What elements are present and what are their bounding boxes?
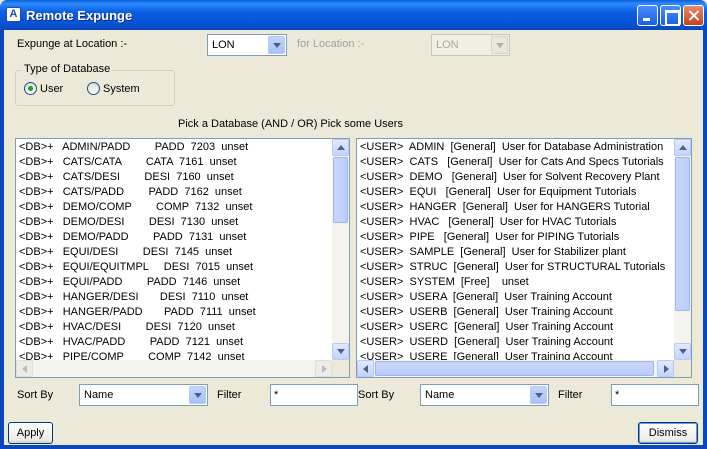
database-list-item[interactable]: <DB>+ HVAC/DESI DESI 7120 unset [16, 320, 332, 335]
scroll-up-arrow-icon[interactable] [332, 139, 349, 156]
chevron-down-icon [491, 36, 508, 54]
database-list-item[interactable]: <DB>+ CATS/CATA CATA 7161 unset [16, 155, 332, 170]
right-filter-input-field[interactable] [612, 385, 698, 405]
pick-instructions-label: Pick a Database (AND / OR) Pick some Use… [178, 118, 403, 130]
database-list[interactable]: <DB>+ ADMIN/PADD PADD 7203 unset <DB>+ CA… [15, 138, 350, 378]
user-list-vscrollbar[interactable] [674, 139, 691, 360]
scroll-down-arrow-icon[interactable] [674, 343, 691, 360]
right-sort-select[interactable]: Name [420, 384, 549, 406]
scroll-left-arrow-icon[interactable] [357, 360, 374, 377]
database-list-item[interactable]: <DB>+ CATS/DESI DESI 7160 unset [16, 170, 332, 185]
scroll-down-arrow-icon[interactable] [332, 343, 349, 360]
window-title: Remote Expunge [26, 8, 133, 23]
user-list-item[interactable]: <USER> USERA [General] User Training Acc… [357, 290, 674, 305]
user-list-item[interactable]: <USER> HVAC [General] User for HVAC Tuto… [357, 215, 674, 230]
database-list-hscrollbar[interactable] [16, 360, 332, 377]
for-location-value: LON [436, 39, 459, 51]
for-location-label: for Location :- [297, 38, 365, 50]
database-list-item[interactable]: <DB>+ EQUI/PADD PADD 7146 unset [16, 275, 332, 290]
scrollbar-corner [674, 360, 691, 377]
database-list-item[interactable]: <DB>+ HVAC/PADD PADD 7121 unset [16, 335, 332, 350]
scroll-left-arrow-icon[interactable] [16, 360, 33, 377]
expunge-location-label: Expunge at Location :- [17, 38, 128, 50]
user-list-hscrollbar[interactable] [357, 360, 674, 377]
app-icon: A [6, 7, 21, 22]
user-radio-label[interactable]: User [40, 83, 63, 95]
user-list-item[interactable]: <USER> ADMIN [General] User for Database… [357, 140, 674, 155]
chevron-down-icon[interactable] [189, 386, 206, 404]
left-sort-value: Name [84, 389, 114, 401]
maximize-button[interactable] [660, 5, 681, 26]
system-radio-label[interactable]: System [103, 83, 140, 95]
scroll-thumb[interactable] [333, 157, 348, 223]
database-list-rows[interactable]: <DB>+ ADMIN/PADD PADD 7203 unset <DB>+ CA… [16, 140, 332, 360]
user-list-item[interactable]: <USER> STRUC [General] User for STRUCTUR… [357, 260, 674, 275]
scrollbar-corner [332, 360, 349, 377]
expunge-location-value: LON [212, 39, 235, 51]
right-filter-label: Filter [558, 389, 583, 401]
left-filter-input[interactable] [270, 384, 358, 406]
user-list-item[interactable]: <USER> PIPE [General] User for PIPING Tu… [357, 230, 674, 245]
database-list-item[interactable]: <DB>+ HANGER/PADD PADD 7111 unset [16, 305, 332, 320]
user-radio[interactable] [24, 82, 37, 95]
right-sort-label: Sort By [358, 389, 395, 401]
right-filter-input[interactable] [611, 384, 699, 406]
database-list-item[interactable]: <DB>+ DEMO/DESI DESI 7130 unset [16, 215, 332, 230]
database-list-item[interactable]: <DB>+ DEMO/PADD PADD 7131 unset [16, 230, 332, 245]
database-list-item[interactable]: <DB>+ HANGER/DESI DESI 7110 unset [16, 290, 332, 305]
left-filter-input-field[interactable] [271, 385, 357, 405]
apply-button[interactable]: Apply [8, 422, 53, 444]
dismiss-button[interactable]: Dismiss [638, 422, 698, 444]
user-list-item[interactable]: <USER> USERD [General] User Training Acc… [357, 335, 674, 350]
database-list-item[interactable]: <DB>+ EQUI/DESI DESI 7145 unset [16, 245, 332, 260]
user-list-rows[interactable]: <USER> ADMIN [General] User for Database… [357, 140, 674, 360]
user-list-item[interactable]: <USER> SYSTEM [Free] unset [357, 275, 674, 290]
minimize-button[interactable] [637, 5, 658, 26]
scroll-thumb[interactable] [675, 157, 690, 311]
user-list-item[interactable]: <USER> USERE [General] User Training Acc… [357, 350, 674, 360]
scroll-right-arrow-icon[interactable] [315, 360, 332, 377]
database-list-item[interactable]: <DB>+ PIPE/COMP COMP 7142 unset [16, 350, 332, 360]
left-filter-label: Filter [217, 389, 242, 401]
right-sort-value: Name [425, 389, 455, 401]
scroll-up-arrow-icon[interactable] [674, 139, 691, 156]
user-list-item[interactable]: <USER> USERB [General] User Training Acc… [357, 305, 674, 320]
chevron-down-icon[interactable] [268, 36, 285, 54]
database-list-item[interactable]: <DB>+ ADMIN/PADD PADD 7203 unset [16, 140, 332, 155]
database-list-vscrollbar[interactable] [332, 139, 349, 360]
scroll-right-arrow-icon[interactable] [657, 360, 674, 377]
window-frame-right [703, 30, 707, 449]
scroll-thumb[interactable] [375, 361, 654, 376]
database-list-item[interactable]: <DB>+ CATS/PADD PADD 7162 unset [16, 185, 332, 200]
user-list-item[interactable]: <USER> SAMPLE [General] User for Stabili… [357, 245, 674, 260]
left-sort-select[interactable]: Name [79, 384, 208, 406]
window-frame-left [0, 30, 4, 449]
database-list-item[interactable]: <DB>+ EQUI/EQUITMPL DESI 7015 unset [16, 260, 332, 275]
database-list-item[interactable]: <DB>+ DEMO/COMP COMP 7132 unset [16, 200, 332, 215]
expunge-location-select[interactable]: LON [207, 34, 287, 56]
user-list[interactable]: <USER> ADMIN [General] User for Database… [356, 138, 692, 378]
chevron-down-icon[interactable] [530, 386, 547, 404]
system-radio[interactable] [87, 82, 100, 95]
database-type-title: Type of Database [22, 63, 113, 75]
left-sort-label: Sort By [17, 389, 54, 401]
window-frame-bottom [0, 445, 707, 449]
user-list-item[interactable]: <USER> EQUI [General] User for Equipment… [357, 185, 674, 200]
for-location-select: LON [431, 34, 510, 56]
title-bar: A Remote Expunge [0, 0, 707, 30]
user-list-item[interactable]: <USER> DEMO [General] User for Solvent R… [357, 170, 674, 185]
user-list-item[interactable]: <USER> USERC [General] User Training Acc… [357, 320, 674, 335]
user-list-item[interactable]: <USER> HANGER [General] User for HANGERS… [357, 200, 674, 215]
close-button[interactable] [683, 5, 704, 26]
user-list-item[interactable]: <USER> CATS [General] User for Cats And … [357, 155, 674, 170]
